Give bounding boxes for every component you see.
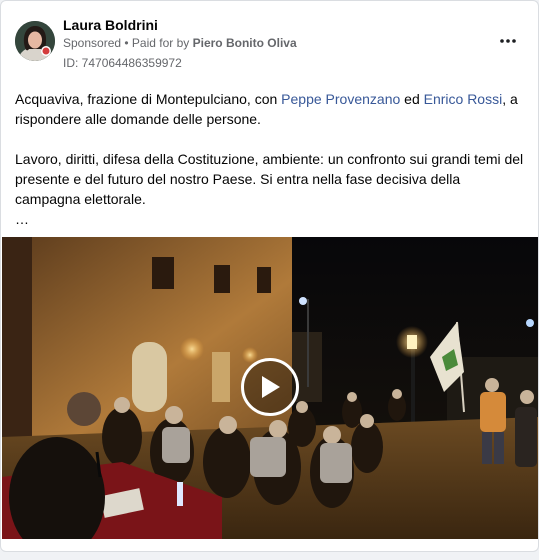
text-segment: ed	[400, 91, 424, 107]
see-more-ellipsis[interactable]: …	[15, 209, 525, 229]
mention-peppe-provenzano[interactable]: Peppe Provenzano	[281, 91, 400, 107]
ad-id: ID: 747064486359972	[63, 56, 182, 70]
paid-for-name: Piero Bonito Oliva	[192, 36, 297, 50]
post-header: Laura Boldrini Sponsored • Paid for by P…	[15, 15, 524, 71]
video-player[interactable]	[2, 237, 538, 539]
more-horizontal-icon	[500, 39, 516, 43]
author-name[interactable]: Laura Boldrini	[63, 17, 158, 33]
play-icon	[262, 376, 280, 398]
play-button[interactable]	[241, 358, 299, 416]
sponsored-label: Sponsored	[63, 36, 122, 50]
paid-for-prefix: Paid for by	[131, 36, 193, 50]
sponsored-line: Sponsored • Paid for by Piero Bonito Oli…	[63, 36, 297, 50]
mention-enrico-rossi[interactable]: Enrico Rossi	[424, 91, 503, 107]
avatar[interactable]	[15, 21, 55, 61]
text-segment: Acquaviva, frazione di Montepulciano, co…	[15, 91, 282, 107]
more-options-button[interactable]	[496, 29, 520, 53]
post-paragraph-2: Lavoro, diritti, difesa della Costituzio…	[15, 151, 524, 207]
post-text: Acquaviva, frazione di Montepulciano, co…	[15, 89, 525, 229]
post-paragraph-1: Acquaviva, frazione di Montepulciano, co…	[15, 89, 525, 129]
ad-card: Laura Boldrini Sponsored • Paid for by P…	[0, 0, 539, 552]
meta-separator: •	[121, 36, 132, 50]
avatar-image	[15, 21, 55, 61]
